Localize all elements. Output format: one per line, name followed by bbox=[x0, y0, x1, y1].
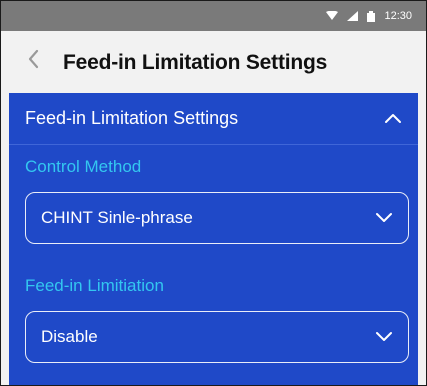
feed-in-limitation-value: Disable bbox=[41, 327, 98, 346]
panel-title: Feed-in Limitation Settings bbox=[25, 108, 239, 128]
signal-icon bbox=[347, 11, 359, 21]
control-method-label: Control Method bbox=[25, 157, 142, 176]
battery-icon bbox=[367, 10, 376, 22]
feed-in-limitation-select[interactable]: Disable bbox=[25, 311, 409, 363]
app-screen: 12:30 Feed-in Limitation Settings Feed-i… bbox=[0, 0, 427, 386]
back-button[interactable] bbox=[21, 47, 45, 75]
control-method-value: CHINT Sinle-phrase bbox=[41, 208, 193, 227]
status-time: 12:30 bbox=[384, 10, 412, 22]
chevron-down-icon bbox=[375, 211, 393, 229]
app-header: Feed-in Limitation Settings bbox=[1, 31, 426, 93]
wifi-icon bbox=[326, 11, 339, 21]
chevron-left-icon bbox=[27, 49, 39, 74]
panel-header-toggle[interactable]: Feed-in Limitation Settings bbox=[9, 93, 418, 144]
page-title: Feed-in Limitation Settings bbox=[63, 51, 328, 74]
feed-in-limitation-label: Feed-in Limitiation bbox=[25, 276, 164, 295]
chevron-down-icon bbox=[375, 330, 393, 348]
feed-in-settings-panel: Feed-in Limitation Settings Control Meth… bbox=[9, 93, 418, 385]
divider bbox=[9, 144, 418, 145]
status-bar: 12:30 bbox=[1, 1, 426, 31]
chevron-up-icon[interactable] bbox=[384, 111, 402, 129]
control-method-select[interactable]: CHINT Sinle-phrase bbox=[25, 192, 409, 244]
